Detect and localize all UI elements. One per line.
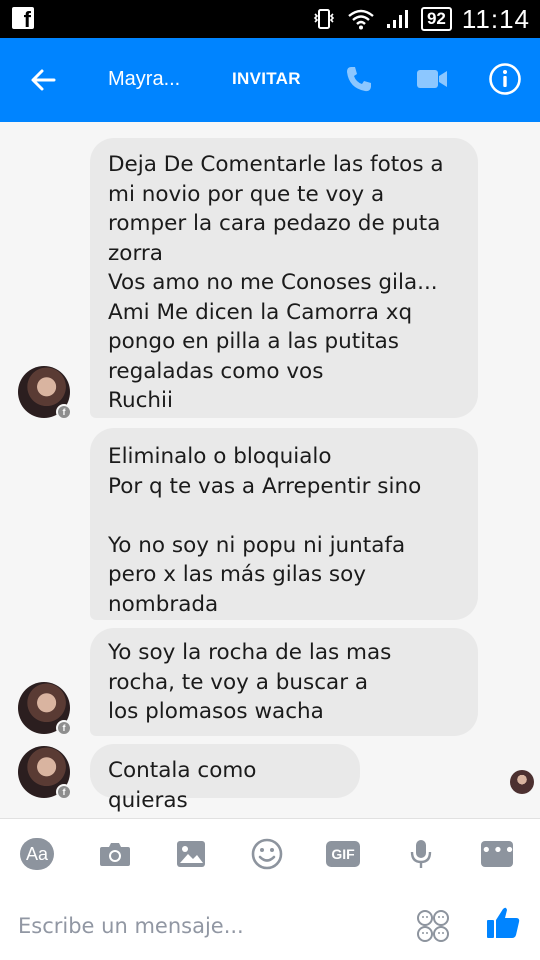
seen-avatar bbox=[510, 770, 534, 794]
more-icon[interactable]: ••• bbox=[480, 837, 515, 871]
facebook-badge-icon: f bbox=[56, 720, 72, 736]
emoji-icon[interactable] bbox=[250, 837, 284, 871]
text-style-icon[interactable]: Aa bbox=[20, 837, 54, 871]
signal-icon bbox=[385, 8, 411, 30]
composer-toolbar: Aa GIF ••• bbox=[0, 831, 540, 875]
microphone-icon[interactable] bbox=[404, 837, 438, 871]
aa-label: Aa bbox=[20, 838, 54, 870]
message-input[interactable] bbox=[18, 911, 398, 941]
message-bubble[interactable]: Contala como quieras bbox=[90, 744, 360, 813]
like-icon[interactable] bbox=[485, 905, 521, 945]
sender-avatar[interactable]: f bbox=[18, 746, 72, 800]
facebook-badge-icon: f bbox=[56, 404, 72, 420]
message-bubble[interactable]: Yo soy la rocha de las mas rocha, te voy… bbox=[90, 628, 478, 736]
facebook-badge-icon: f bbox=[56, 784, 72, 800]
invite-button[interactable]: INVITAR bbox=[232, 69, 301, 89]
info-icon[interactable] bbox=[488, 62, 522, 100]
phone-icon[interactable] bbox=[344, 64, 374, 98]
message-bubble[interactable]: Deja De Comentarle las fotos a mi novio … bbox=[90, 138, 478, 418]
sender-avatar[interactable]: f bbox=[18, 366, 72, 420]
sender-avatar[interactable]: f bbox=[18, 682, 72, 736]
message-bubble[interactable]: Eliminalo o bloquialo Por q te vas a Arr… bbox=[90, 428, 478, 620]
back-arrow-icon[interactable] bbox=[28, 64, 60, 96]
message-composer: Aa GIF ••• bbox=[0, 818, 540, 960]
vibrate-icon bbox=[311, 8, 337, 30]
camera-icon[interactable] bbox=[98, 837, 132, 871]
gallery-icon[interactable] bbox=[174, 837, 208, 871]
video-icon[interactable] bbox=[416, 68, 448, 94]
gif-label: GIF bbox=[326, 841, 360, 867]
stickers-icon[interactable] bbox=[416, 909, 450, 947]
gif-icon[interactable]: GIF bbox=[326, 837, 360, 871]
wifi-icon bbox=[347, 8, 375, 30]
contact-name[interactable]: Mayra... bbox=[108, 68, 180, 91]
facebook-app-icon: f bbox=[12, 7, 34, 31]
battery-icon: 92 bbox=[420, 7, 452, 31]
clock: 11:14 bbox=[461, 3, 530, 34]
status-bar: f 92 11:14 bbox=[0, 0, 540, 38]
conversation-header: Mayra... INVITAR bbox=[0, 38, 540, 122]
